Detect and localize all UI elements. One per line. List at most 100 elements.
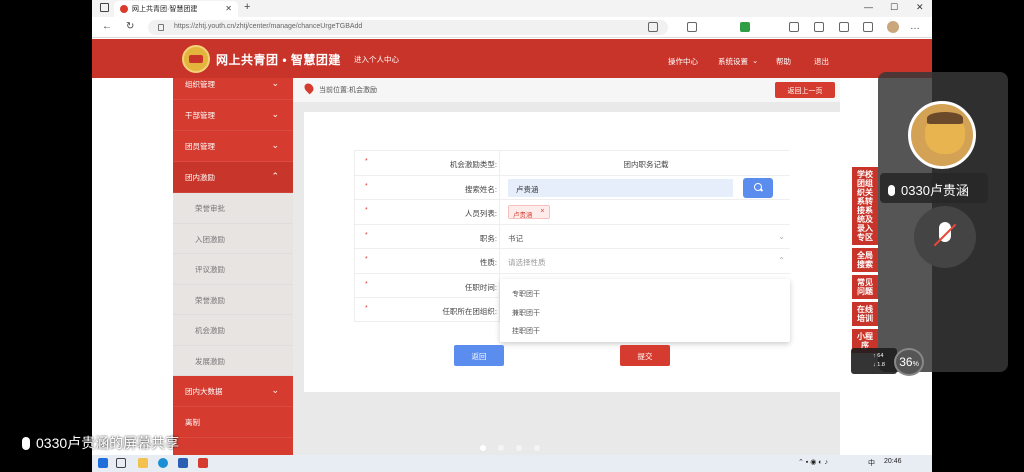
more-icon[interactable]: … bbox=[910, 21, 920, 32]
minimize-icon[interactable]: — bbox=[864, 2, 873, 12]
org-label: 任职所在团组织: bbox=[442, 307, 497, 316]
sync-icon[interactable] bbox=[814, 22, 824, 32]
position-select[interactable]: 书记 ⌄ bbox=[499, 224, 791, 249]
remove-tag-icon[interactable]: × bbox=[540, 208, 544, 215]
sidebar-subitem[interactable]: 发展激励 bbox=[173, 345, 293, 376]
dropdown-option[interactable]: 兼职团干 bbox=[500, 304, 790, 323]
sidebar-item-member[interactable]: 团员管理 ⌄ bbox=[173, 131, 293, 162]
close-window-icon[interactable]: ✕ bbox=[916, 2, 924, 13]
site-header: 网上共青团 • 智慧团建 进入个人中心 操作中心 系统设置 ⌄ 帮助 退出 bbox=[92, 39, 932, 78]
person-tag: 卢贵涵 × bbox=[508, 205, 550, 219]
settings-link[interactable]: 系统设置 bbox=[718, 56, 748, 67]
shield-extension-icon[interactable] bbox=[740, 22, 750, 32]
help-center-link[interactable]: 操作中心 bbox=[668, 56, 698, 67]
breadcrumb-text: 当前位置:机会激励 bbox=[319, 87, 377, 94]
read-aloud-icon[interactable] bbox=[648, 22, 658, 32]
dropdown-option[interactable]: 专职团干 bbox=[500, 285, 790, 304]
favorites-icon[interactable] bbox=[687, 22, 697, 32]
mute-mic-button[interactable] bbox=[914, 206, 976, 268]
url-text: https://zhtj.youth.cn/zhtj/center/manage… bbox=[174, 23, 363, 30]
side-nav-search[interactable]: 全局搜索 bbox=[852, 248, 878, 272]
submit-button[interactable]: 提交 bbox=[620, 345, 670, 366]
name-label: 搜索姓名: bbox=[464, 184, 497, 194]
form-row-name: * 搜索姓名: 卢贵涵 bbox=[354, 174, 791, 200]
participant-name-label: 0330卢贵涵 bbox=[880, 173, 988, 203]
name-search-input[interactable]: 卢贵涵 bbox=[508, 178, 733, 197]
participant-name: 0330卢贵涵 bbox=[901, 183, 969, 198]
breadcrumb: 当前位置:机会激励 返回上一页 bbox=[293, 78, 840, 102]
close-tab-icon[interactable]: ✕ bbox=[225, 4, 232, 13]
nature-dropdown: 专职团干 兼职团干 挂职团干 bbox=[500, 279, 790, 342]
extension-icon[interactable] bbox=[789, 22, 799, 32]
page-dot[interactable] bbox=[516, 445, 522, 451]
mic-icon bbox=[888, 185, 895, 196]
sidebar-item-incentive[interactable]: 团内激励 ⌃ bbox=[173, 162, 293, 193]
browser-tab[interactable]: 网上共青团·智慧团建 ✕ bbox=[114, 1, 238, 17]
dropdown-option[interactable]: 挂职团干 bbox=[500, 322, 790, 341]
sidebar-item-label: 离制 bbox=[185, 418, 200, 427]
location-pin-icon bbox=[302, 81, 316, 95]
page-dot[interactable] bbox=[498, 445, 504, 451]
page-dot[interactable] bbox=[534, 445, 540, 451]
type-value-cell: 团内职务记载 bbox=[499, 151, 791, 175]
sidebar-item-cadre[interactable]: 干部管理 ⌄ bbox=[173, 100, 293, 131]
search-button[interactable] bbox=[743, 177, 773, 198]
back-icon[interactable]: ← bbox=[102, 21, 112, 32]
sidebar-item-bigdata[interactable]: 团内大数据 ⌄ bbox=[173, 376, 293, 407]
form-row-nature: * 性质: 请选择性质 ⌃ bbox=[354, 248, 791, 273]
nature-select[interactable]: 请选择性质 ⌃ bbox=[499, 249, 791, 273]
chevron-down-icon: ⌄ bbox=[271, 78, 279, 88]
return-button[interactable]: 返回 bbox=[454, 345, 504, 366]
type-value: 团内职务记载 bbox=[623, 160, 669, 169]
sidebar-subitem[interactable]: 评议激励 bbox=[173, 254, 293, 285]
sidebar-item-org[interactable]: 组织管理 ⌄ bbox=[173, 78, 293, 100]
page-dots bbox=[480, 444, 552, 453]
sidebar-item-label: 组织管理 bbox=[185, 80, 215, 89]
page-dot[interactable] bbox=[480, 445, 486, 451]
tray-icons[interactable]: ⌃ ▪ ◉ ◐ ♪ bbox=[798, 458, 828, 466]
form-row-list: * 人员列表: 卢贵涵 × bbox=[354, 199, 791, 224]
app-icon[interactable] bbox=[198, 458, 208, 468]
maximize-icon[interactable]: ☐ bbox=[890, 2, 898, 13]
file-explorer-icon[interactable] bbox=[138, 458, 148, 468]
chevron-down-icon: ⌄ bbox=[271, 140, 279, 150]
sidebar-subitem[interactable]: 入团激励 bbox=[173, 223, 293, 254]
new-tab-icon[interactable]: + bbox=[244, 1, 250, 13]
chevron-up-icon: ⌃ bbox=[271, 171, 279, 181]
help-link[interactable]: 帮助 bbox=[776, 56, 791, 67]
side-nav-transfer[interactable]: 学校团组织关系转接系统及录入专区 bbox=[852, 167, 878, 245]
form-row-type: * 机会激励类型: 团内职务记载 bbox=[354, 150, 791, 175]
url-field[interactable]: https://zhtj.youth.cn/zhtj/center/manage… bbox=[148, 20, 668, 35]
form-row-position: * 职务: 书记 ⌄ bbox=[354, 223, 791, 249]
address-bar: ← ↻ https://zhtj.youth.cn/zhtj/center/ma… bbox=[92, 17, 932, 38]
sidebar-subitem-active[interactable]: 机会激励 bbox=[173, 315, 293, 346]
clock[interactable]: 20:46 bbox=[884, 458, 902, 465]
profile-avatar[interactable] bbox=[887, 21, 899, 33]
sidebar-subitem[interactable]: 荣誉激励 bbox=[173, 284, 293, 315]
window-menu-icon[interactable] bbox=[100, 3, 109, 12]
browser-tab-bar: 网上共青团·智慧团建 ✕ + — ☐ ✕ bbox=[92, 0, 932, 17]
chevron-up-icon: ⌃ bbox=[778, 256, 785, 265]
lock-icon bbox=[158, 24, 164, 31]
position-label: 职务: bbox=[479, 233, 497, 243]
sidebar-item-other[interactable]: 离制 bbox=[173, 407, 293, 438]
ime-indicator[interactable]: 中 bbox=[868, 458, 875, 468]
tabs-icon[interactable] bbox=[863, 22, 873, 32]
cpu-usage-indicator: 36% bbox=[894, 348, 924, 376]
chevron-down-icon: ⌄ bbox=[271, 385, 279, 395]
search-icon[interactable] bbox=[116, 458, 126, 468]
side-nav-training[interactable]: 在线培训 bbox=[852, 302, 878, 326]
refresh-icon[interactable]: ↻ bbox=[126, 21, 134, 32]
back-previous-button[interactable]: 返回上一页 bbox=[775, 82, 835, 98]
type-label: 机会激励类型: bbox=[449, 160, 497, 169]
word-icon[interactable] bbox=[178, 458, 188, 468]
screen-share-text: 0330卢贵涵的屏幕共享 bbox=[36, 435, 180, 451]
sidebar-subitem[interactable]: 荣誉审批 bbox=[173, 193, 293, 224]
collections-icon[interactable] bbox=[839, 22, 849, 32]
side-nav-faq[interactable]: 常见问题 bbox=[852, 275, 878, 299]
personal-center-link[interactable]: 进入个人中心 bbox=[354, 54, 399, 65]
edge-icon[interactable] bbox=[158, 458, 168, 468]
windows-start-icon[interactable] bbox=[98, 458, 108, 468]
name-value-cell: 卢贵涵 bbox=[499, 175, 791, 200]
logout-link[interactable]: 退出 bbox=[814, 56, 829, 67]
